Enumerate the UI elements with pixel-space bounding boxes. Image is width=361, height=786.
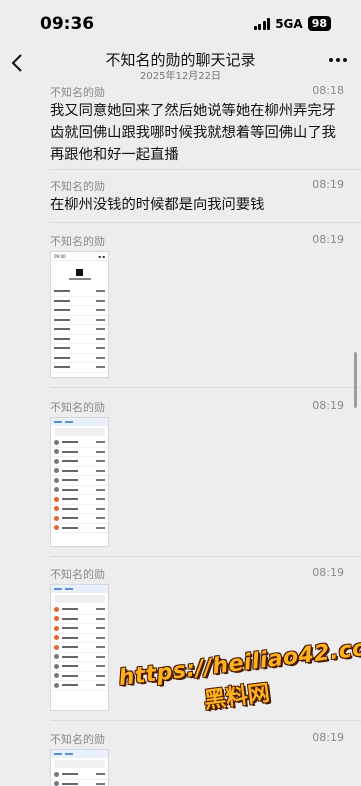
message-sender: 不知名的勋 [50, 401, 105, 414]
network-label: 5GA [275, 16, 303, 31]
message-time: 08:19 [312, 233, 344, 246]
status-bar: 09:36 5GA 98 [0, 0, 361, 44]
image-thumbnail[interactable] [50, 584, 109, 711]
divider [50, 556, 361, 557]
image-thumbnail[interactable]: 09:00 ▪ ▪ [50, 251, 109, 378]
battery-badge: 98 [307, 16, 331, 31]
image-thumbnail[interactable] [50, 417, 109, 547]
message-time: 08:19 [312, 178, 344, 191]
message-sender: 不知名的勋 [50, 568, 105, 581]
divider [50, 720, 361, 721]
status-time: 09:36 [40, 14, 95, 34]
page-subtitle: 2025年12月22日 [140, 71, 221, 82]
message-time: 08:19 [312, 731, 344, 744]
nav-bar: 不知名的勋的聊天记录 2025年12月22日 [0, 44, 361, 84]
image-thumbnail[interactable] [50, 749, 109, 786]
scrollbar[interactable] [354, 352, 357, 408]
message-time: 08:19 [312, 566, 344, 579]
signal-icon [253, 17, 271, 30]
message-text[interactable]: 在柳州没钱的时候都是向我问要钱 [50, 194, 342, 216]
divider [50, 387, 361, 388]
message-sender: 不知名的勋 [50, 180, 105, 193]
message-sender: 不知名的勋 [50, 86, 105, 99]
status-indicators: 5GA 98 [253, 16, 331, 31]
divider [50, 169, 361, 170]
more-dots-icon[interactable] [329, 58, 347, 62]
divider [50, 222, 361, 223]
message-sender: 不知名的勋 [50, 733, 105, 746]
message-time: 08:19 [312, 399, 344, 412]
message-text[interactable]: 我又同意她回来了然后她说等她在柳州弄完牙齿就回佛山跟我哪时候我就想着等回佛山了我… [50, 100, 342, 166]
message-time: 08:18 [312, 84, 344, 97]
message-sender: 不知名的勋 [50, 235, 105, 248]
